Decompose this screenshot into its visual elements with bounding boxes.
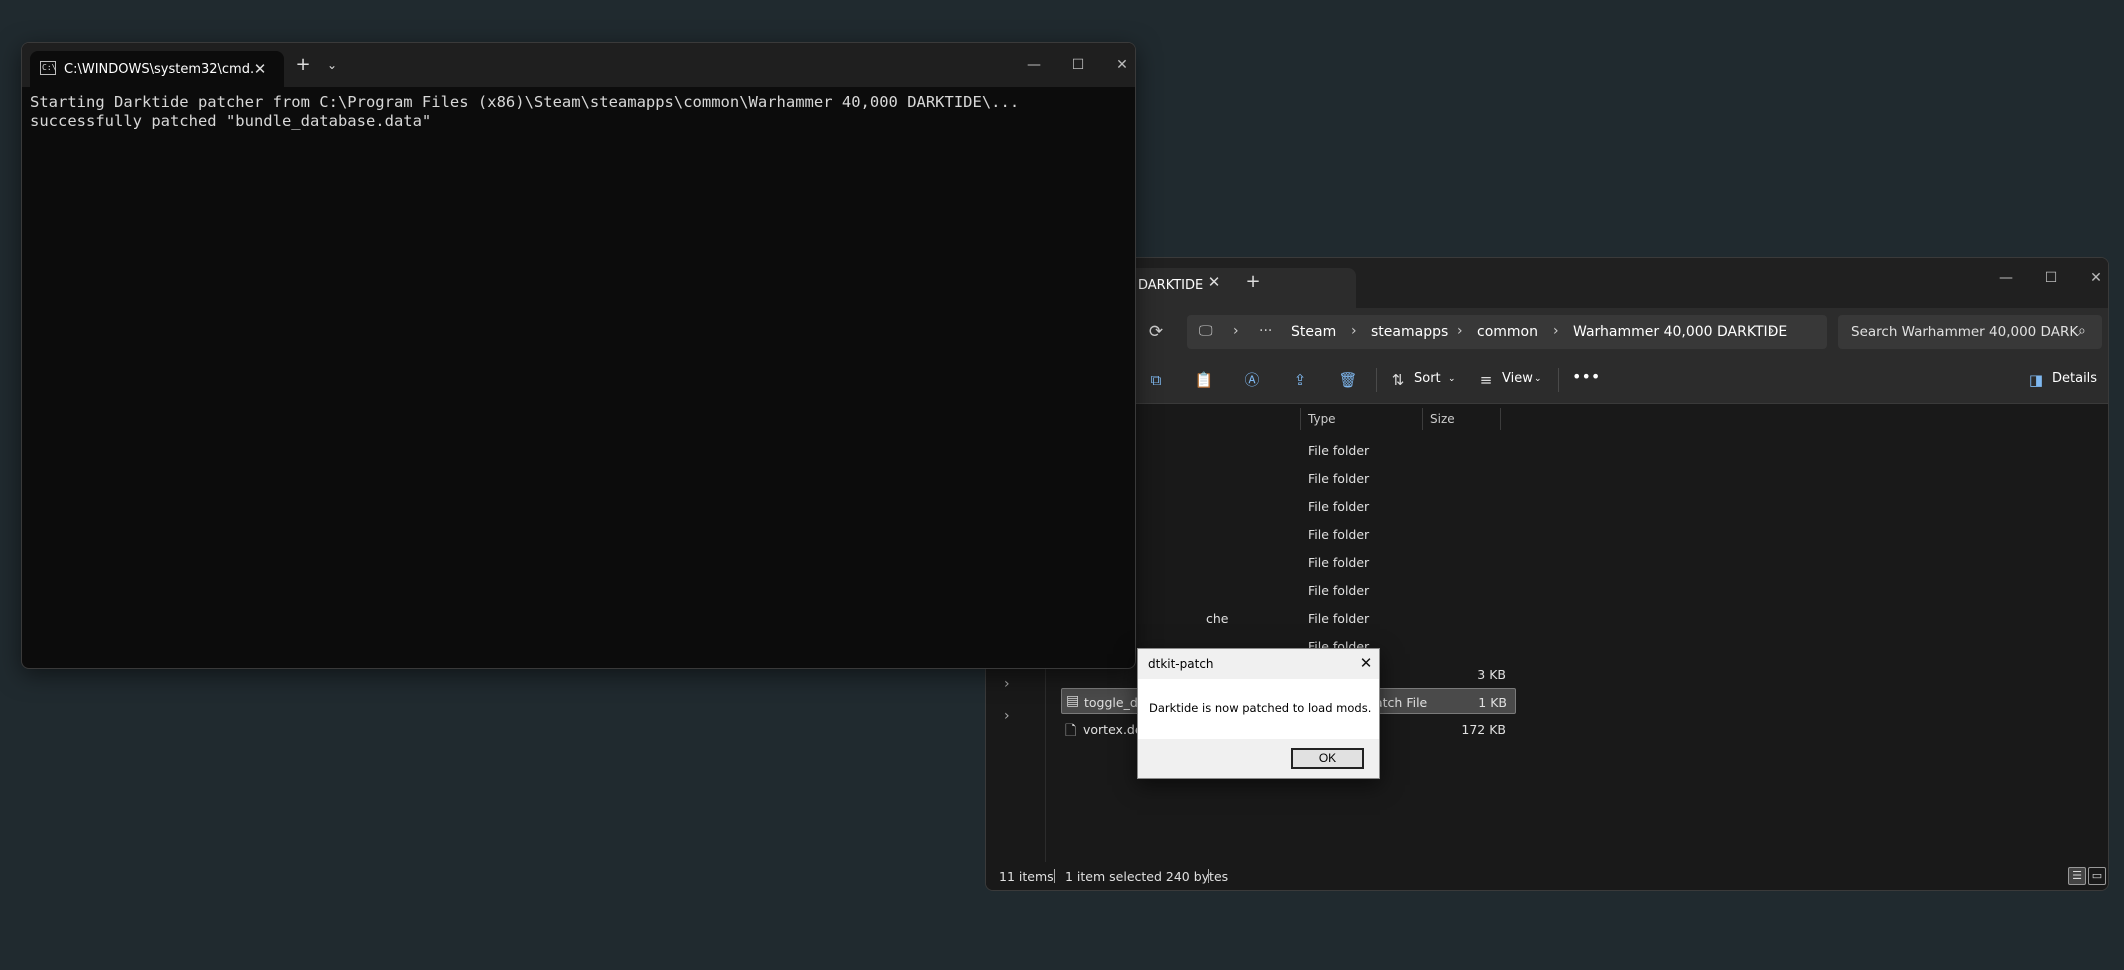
file-type: File folder xyxy=(1308,471,1370,486)
ok-button[interactable]: OK xyxy=(1291,748,1364,769)
dialog-message: Darktide is now patched to load mods. xyxy=(1149,701,1372,715)
file-type: File folder xyxy=(1308,499,1370,514)
command-bar: ⧉ 📋 Ⓐ ⇪ 🗑 ⇅ Sort ⌄ ≡ View ⌄ ••• ◨ Detail… xyxy=(986,356,2108,404)
table-row[interactable]: File folder xyxy=(1058,521,2084,547)
rename-icon[interactable]: Ⓐ xyxy=(1242,370,1262,390)
file-name: che xyxy=(1206,611,1229,626)
address-bar[interactable]: 🖵 › ··· Steam › steamapps › common › War… xyxy=(1187,315,1827,349)
item-count: 11 items xyxy=(999,869,1054,884)
chevron-down-icon[interactable]: ⌄ xyxy=(1534,374,1542,384)
status-bar: 11 items 1 item selected 240 bytes ☰ ▭ xyxy=(986,862,2108,890)
chevron-down-icon[interactable]: ⌄ xyxy=(1448,374,1456,384)
chevron-right-icon[interactable]: › xyxy=(1553,323,1559,339)
refresh-icon[interactable]: ⟳ xyxy=(1146,322,1166,342)
column-header-type[interactable]: Type xyxy=(1308,412,1336,426)
file-type: File folder xyxy=(1308,555,1370,570)
nav-chevron-icon[interactable]: › xyxy=(1004,676,1010,692)
terminal-tab-title: C:\WINDOWS\system32\cmd. xyxy=(64,62,255,77)
minimize-icon[interactable]: — xyxy=(1014,53,1054,77)
column-divider[interactable] xyxy=(1422,408,1423,430)
dialog-body: Darktide is now patched to load mods. xyxy=(1138,679,1379,739)
sort-button[interactable]: Sort xyxy=(1414,371,1441,386)
view-button[interactable]: View xyxy=(1502,371,1533,386)
console-output[interactable]: Starting Darktide patcher from C:\Progra… xyxy=(30,93,1130,131)
address-row: ⟳ 🖵 › ··· Steam › steamapps › common › W… xyxy=(986,308,2108,356)
nav-chevron-icon[interactable]: › xyxy=(1004,708,1010,724)
chevron-right-icon[interactable]: › xyxy=(1351,323,1357,339)
maximize-icon[interactable]: ☐ xyxy=(2031,266,2071,290)
close-window-icon[interactable]: ✕ xyxy=(2076,266,2108,290)
new-tab-icon[interactable]: + xyxy=(293,55,313,75)
search-placeholder: Search Warhammer 40,000 DARK xyxy=(1851,324,2079,340)
close-icon[interactable]: ✕ xyxy=(1356,653,1376,673)
file-type: File folder xyxy=(1308,527,1370,542)
close-window-icon[interactable]: ✕ xyxy=(1102,53,1135,77)
table-row[interactable]: File folder xyxy=(1058,493,2084,519)
column-divider[interactable] xyxy=(1500,408,1501,430)
file-explorer-window: DARKTIDE ✕ + — ☐ ✕ ⟳ 🖵 › ··· Steam › ste… xyxy=(985,257,2109,891)
dialog-title: dtkit-patch xyxy=(1148,657,1214,671)
console-line: successfully patched "bundle_database.da… xyxy=(30,112,432,130)
toolbar-divider xyxy=(1558,368,1559,392)
selection-info: 1 item selected 240 bytes xyxy=(1065,869,1229,884)
copy-icon[interactable]: ⧉ xyxy=(1146,370,1166,390)
share-icon[interactable]: ⇪ xyxy=(1290,370,1310,390)
file-type: File folder xyxy=(1308,443,1370,458)
column-header-size[interactable]: Size xyxy=(1430,412,1455,426)
chevron-right-icon[interactable]: › xyxy=(1457,323,1463,339)
details-pane-icon[interactable]: ◨ xyxy=(2026,370,2046,390)
status-divider xyxy=(1054,869,1055,883)
breadcrumb-steamapps[interactable]: steamapps xyxy=(1371,324,1448,340)
column-divider[interactable] xyxy=(1300,408,1301,430)
chevron-down-icon[interactable]: ⌄ xyxy=(322,55,342,75)
chevron-right-icon[interactable]: › xyxy=(1233,323,1239,339)
file-type: File folder xyxy=(1308,583,1370,598)
search-icon[interactable]: ⌕ xyxy=(2078,323,2086,339)
console-line: Starting Darktide patcher from C:\Progra… xyxy=(30,93,1020,111)
breadcrumb-steam[interactable]: Steam xyxy=(1291,324,1336,340)
file-size: 1 KB xyxy=(1478,695,1507,710)
table-row[interactable]: File folder xyxy=(1058,577,2084,603)
batch-file-icon: ▤ xyxy=(1066,693,1080,709)
more-options-icon[interactable]: ••• xyxy=(1572,367,1600,386)
maximize-icon[interactable]: ☐ xyxy=(1058,53,1098,77)
file-type: File folder xyxy=(1308,611,1370,626)
cmd-icon: C:\ xyxy=(40,61,56,75)
computer-icon: 🖵 xyxy=(1199,323,1213,339)
explorer-titlebar: DARKTIDE ✕ + — ☐ ✕ xyxy=(986,258,2108,308)
details-button[interactable]: Details xyxy=(2052,371,2097,386)
message-dialog: dtkit-patch ✕ Darktide is now patched to… xyxy=(1137,648,1380,779)
more-breadcrumbs-icon[interactable]: ··· xyxy=(1259,323,1272,339)
sort-icon[interactable]: ⇅ xyxy=(1388,370,1408,390)
paste-icon[interactable]: 📋 xyxy=(1194,370,1214,390)
table-row[interactable]: che File folder xyxy=(1058,605,2084,631)
table-row[interactable]: File folder xyxy=(1058,437,2084,463)
explorer-tab-title: DARKTIDE xyxy=(1138,278,1204,293)
terminal-titlebar: C:\ C:\WINDOWS\system32\cmd. ✕ + ⌄ — ☐ ✕ xyxy=(22,43,1135,87)
breadcrumb-common[interactable]: common xyxy=(1477,324,1538,340)
search-input[interactable]: Search Warhammer 40,000 DARK ⌕ xyxy=(1838,315,2102,349)
file-icon: 🗋 xyxy=(1065,723,1077,739)
status-divider xyxy=(1208,869,1209,883)
column-headers: Type Size xyxy=(1046,404,2108,434)
close-icon[interactable]: ✕ xyxy=(250,59,270,79)
tiles-view-icon[interactable]: ▭ xyxy=(2088,867,2106,885)
details-view-icon[interactable]: ☰ xyxy=(2068,867,2086,885)
view-icon[interactable]: ≡ xyxy=(1476,370,1496,390)
terminal-window: C:\ C:\WINDOWS\system32\cmd. ✕ + ⌄ — ☐ ✕… xyxy=(21,42,1136,669)
chevron-right-icon[interactable]: › xyxy=(1769,323,1775,339)
close-icon[interactable]: ✕ xyxy=(1204,272,1224,292)
table-row[interactable]: File folder xyxy=(1058,465,2084,491)
minimize-icon[interactable]: — xyxy=(1986,266,2026,290)
breadcrumb-darktide[interactable]: Warhammer 40,000 DARKTIDE xyxy=(1573,324,1787,340)
new-tab-icon[interactable]: + xyxy=(1243,272,1263,292)
terminal-tab[interactable]: C:\ C:\WINDOWS\system32\cmd. ✕ xyxy=(30,51,284,87)
toolbar-divider xyxy=(1376,368,1377,392)
file-size: 172 KB xyxy=(1461,722,1506,737)
file-size: 3 KB xyxy=(1477,667,1506,682)
file-type: atch File xyxy=(1375,695,1428,710)
delete-icon[interactable]: 🗑 xyxy=(1338,370,1358,390)
table-row[interactable]: File folder xyxy=(1058,549,2084,575)
